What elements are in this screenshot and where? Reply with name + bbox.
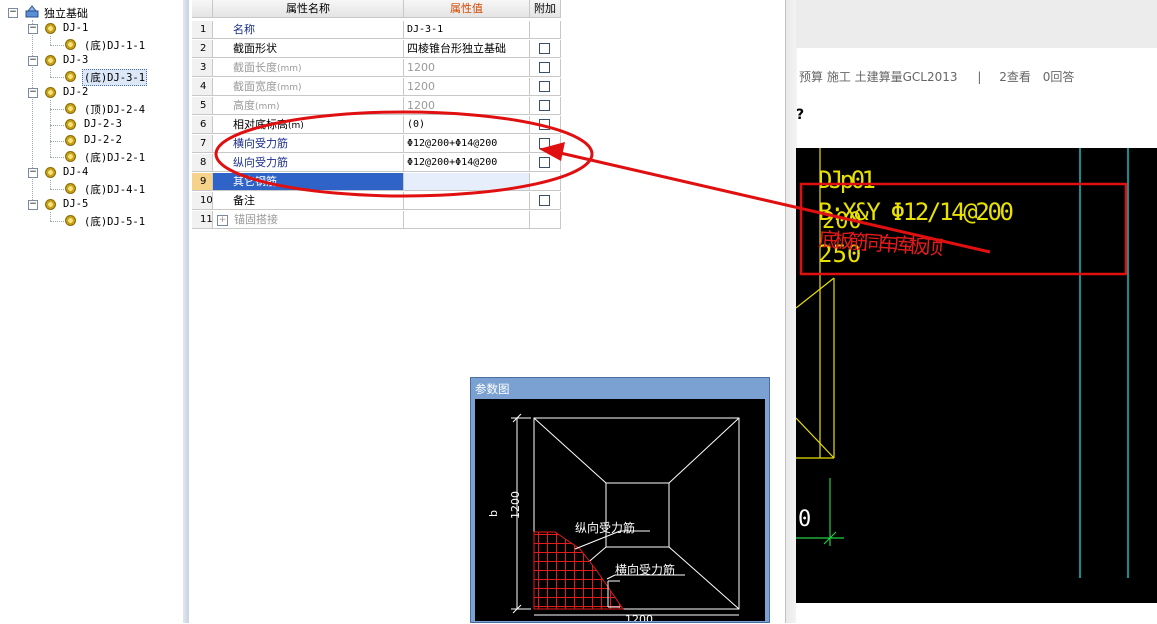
dim-b-letter: b — [487, 510, 500, 517]
label-trans-rebar: 横向受力筋 — [615, 562, 675, 577]
table-row[interactable]: 10 备注 — [192, 192, 561, 211]
web-footer — [796, 603, 1157, 623]
grid-header: 属性名称 属性值 附加 — [192, 0, 561, 19]
collapse-toggle[interactable]: − — [28, 24, 38, 34]
param-diagram-window: 参数图 b 1200 纵向受力筋 横向受力筋 1200 — [470, 377, 770, 624]
tree-item-dj-2-2[interactable]: DJ-2-2 — [84, 134, 122, 146]
property-name: + 锚固搭接 — [213, 211, 404, 229]
gear-icon — [65, 71, 76, 82]
property-name: 备注 — [213, 192, 404, 210]
foundation-icon — [25, 5, 39, 18]
table-row[interactable]: 1 名称 DJ-3-1 — [192, 21, 561, 40]
header-property-value[interactable]: 属性值 — [404, 0, 530, 18]
property-name: 名称 — [213, 21, 404, 39]
property-name: 相对底标高(m) — [213, 116, 404, 134]
property-name: 高度(mm) — [213, 97, 404, 115]
collapse-toggle[interactable]: − — [28, 168, 38, 178]
gear-icon — [45, 167, 56, 178]
tree-item-dj-5[interactable]: DJ-5 — [63, 198, 88, 210]
cad-zero-mark: 0 — [798, 507, 811, 532]
attach-checkbox[interactable] — [539, 43, 550, 54]
attach-checkbox[interactable] — [539, 62, 550, 73]
property-value[interactable]: (0) — [404, 116, 530, 134]
gear-icon — [45, 23, 56, 34]
answer-count: 0回答 — [1042, 70, 1075, 84]
property-value[interactable]: Φ12@200+Φ14@200 — [404, 154, 530, 172]
attach-checkbox[interactable] — [539, 119, 550, 130]
property-value[interactable]: 四棱锥台形独立基础 — [404, 40, 530, 58]
cad-label-1: DJp01 — [818, 166, 876, 194]
attach-checkbox[interactable] — [539, 157, 550, 168]
table-row[interactable]: 7 横向受力筋 Φ12@200+Φ14@200 — [192, 135, 561, 154]
property-name: 横向受力筋 — [213, 135, 404, 153]
tree-item-dj-1-1[interactable]: (底)DJ-1-1 — [84, 38, 145, 53]
tree-item-dj-1[interactable]: DJ-1 — [63, 22, 88, 34]
breadcrumb: 预算 施工 土建算量GCL2013 | 2查看 0回答 — [799, 70, 1075, 84]
table-row[interactable]: 8 纵向受力筋 Φ12@200+Φ14@200 — [192, 154, 561, 173]
label-long-rebar: 纵向受力筋 — [575, 520, 635, 535]
attach-checkbox[interactable] — [539, 100, 550, 111]
header-additional[interactable]: 附加 — [530, 0, 561, 18]
gear-icon — [65, 183, 76, 194]
property-value[interactable] — [404, 192, 530, 210]
gear-icon — [65, 151, 76, 162]
property-name: 截面形状 — [213, 40, 404, 58]
collapse-toggle[interactable]: − — [28, 56, 38, 66]
property-value[interactable]: 1200 — [404, 59, 530, 77]
question-title: ? — [796, 107, 805, 123]
property-value[interactable] — [404, 211, 530, 229]
property-value[interactable]: DJ-3-1 — [404, 21, 530, 39]
table-row[interactable]: 2 截面形状 四棱锥台形独立基础 — [192, 40, 561, 59]
table-row-selected[interactable]: 9 其它钢筋 — [192, 173, 561, 192]
property-value[interactable] — [404, 173, 530, 191]
table-row[interactable]: 4 截面宽度(mm) 1200 — [192, 78, 561, 97]
tree-item-dj-2-4[interactable]: (顶)DJ-2-4 — [84, 102, 145, 117]
attach-checkbox[interactable] — [539, 81, 550, 92]
tree-item-dj-4-1[interactable]: (底)DJ-4-1 — [84, 182, 145, 197]
gear-icon — [45, 199, 56, 210]
tree-root-label[interactable]: 独立基础 — [44, 5, 88, 21]
table-row[interactable]: 3 截面长度(mm) 1200 — [192, 59, 561, 78]
property-name: 纵向受力筋 — [213, 154, 404, 172]
collapse-toggle[interactable]: − — [28, 200, 38, 210]
dim-b-value: 1200 — [509, 491, 522, 519]
tree-item-dj-4[interactable]: DJ-4 — [63, 166, 88, 178]
web-header — [796, 0, 1157, 48]
window-title: 参数图 — [475, 382, 510, 396]
property-value[interactable]: Φ12@200+Φ14@200 — [404, 135, 530, 153]
breadcrumb-category[interactable]: 预算 施工 土建算量GCL2013 — [799, 70, 958, 84]
view-count: 2查看 — [999, 70, 1031, 84]
gear-icon — [65, 39, 76, 50]
gear-icon — [65, 103, 76, 114]
gear-icon — [65, 119, 76, 130]
property-value[interactable]: 1200 — [404, 78, 530, 96]
property-name: 截面宽度(mm) — [213, 78, 404, 96]
table-row[interactable]: 11 + 锚固搭接 — [192, 211, 561, 230]
table-row[interactable]: 6 相对底标高(m) (0) — [192, 116, 561, 135]
tree-item-dj-2-3[interactable]: DJ-2-3 — [84, 118, 122, 130]
header-property-name[interactable]: 属性名称 — [213, 0, 404, 18]
property-name: 其它钢筋 — [213, 173, 404, 191]
dim-bottom-value: 1200 — [625, 613, 653, 621]
expand-icon[interactable]: + — [217, 214, 228, 226]
gear-icon — [65, 215, 76, 226]
cad-drawing-image: 0 DJp01 B:X&Y Φ12/14@200 200 250 底板筋同车库板… — [795, 148, 1157, 603]
table-row[interactable]: 5 高度(mm) 1200 — [192, 97, 561, 116]
collapse-toggle[interactable]: − — [28, 88, 38, 98]
property-name: 截面长度(mm) — [213, 59, 404, 77]
collapse-toggle[interactable]: − — [8, 8, 18, 18]
attach-checkbox[interactable] — [539, 195, 550, 206]
param-diagram: b 1200 纵向受力筋 横向受力筋 1200 — [475, 399, 765, 624]
attach-checkbox[interactable] — [539, 138, 550, 149]
tree-item-dj-5-1[interactable]: (底)DJ-5-1 — [84, 214, 145, 229]
property-value[interactable]: 1200 — [404, 97, 530, 115]
gear-icon — [65, 135, 76, 146]
component-tree: − 独立基础 − DJ-1 (底)DJ-1-1 − DJ-3 (底)DJ-3-1… — [0, 0, 184, 623]
tree-item-dj-3-1[interactable]: (底)DJ-3-1 — [82, 69, 148, 86]
tree-item-dj-3[interactable]: DJ-3 — [63, 54, 88, 66]
tree-item-dj-2[interactable]: DJ-2 — [63, 86, 88, 98]
gear-icon — [45, 87, 56, 98]
gear-icon — [45, 55, 56, 66]
tree-item-dj-2-1[interactable]: (底)DJ-2-1 — [84, 150, 145, 165]
